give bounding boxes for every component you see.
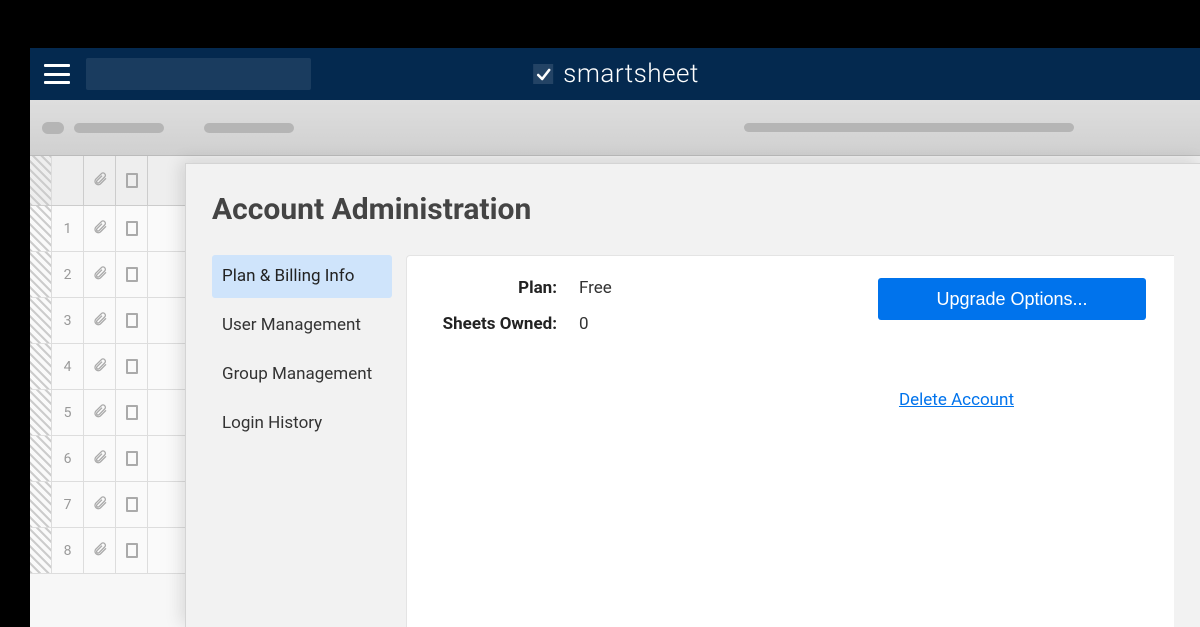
comment-cell[interactable] (116, 390, 148, 435)
attachment-cell[interactable] (84, 252, 116, 297)
row-handle[interactable] (30, 436, 52, 481)
row-handle[interactable] (30, 206, 52, 251)
row-handle[interactable] (30, 390, 52, 435)
row-number: 2 (52, 252, 84, 297)
row-number: 5 (52, 390, 84, 435)
row-number: 6 (52, 436, 84, 481)
attachment-cell[interactable] (84, 436, 116, 481)
toolbar-stub (74, 123, 164, 133)
brand-logo: smartsheet (531, 59, 699, 89)
sheets-owned-label: Sheets Owned: (435, 314, 565, 334)
delete-account-link[interactable]: Delete Account (899, 390, 1014, 410)
paperclip-icon (92, 171, 108, 191)
modal-nav: Plan & Billing Info User Management Group … (212, 255, 392, 627)
upgrade-options-button[interactable]: Upgrade Options... (878, 278, 1146, 320)
modal-title: Account Administration (212, 192, 1174, 227)
row-handle[interactable] (30, 528, 52, 573)
row-handle[interactable] (30, 344, 52, 389)
row-handle[interactable] (30, 298, 52, 343)
toolbar-stub (204, 123, 294, 133)
toolbar-placeholder (30, 100, 1200, 156)
row-number: 1 (52, 206, 84, 251)
sheets-owned-value: 0 (565, 314, 589, 334)
row-handle[interactable] (30, 252, 52, 297)
comment-cell[interactable] (116, 436, 148, 481)
document-icon (126, 173, 138, 188)
comment-cell[interactable] (116, 206, 148, 251)
comment-cell[interactable] (116, 482, 148, 527)
attachment-cell[interactable] (84, 390, 116, 435)
toolbar-stub (744, 123, 1074, 132)
smartsheet-icon (531, 62, 555, 86)
comment-cell[interactable] (116, 252, 148, 297)
modal-nav-item[interactable]: Plan & Billing Info (212, 255, 392, 298)
row-number: 7 (52, 482, 84, 527)
row-number: 3 (52, 298, 84, 343)
attachment-cell[interactable] (84, 206, 116, 251)
row-number: 4 (52, 344, 84, 389)
row-handle[interactable] (30, 482, 52, 527)
comment-cell[interactable] (116, 344, 148, 389)
plan-label: Plan: (435, 278, 565, 298)
modal-nav-item[interactable]: Login History (212, 402, 392, 445)
modal-nav-item[interactable]: Group Management (212, 353, 392, 396)
attachment-cell[interactable] (84, 344, 116, 389)
attachment-cell[interactable] (84, 528, 116, 573)
attachment-cell[interactable] (84, 298, 116, 343)
plan-billing-panel: Plan: Free Sheets Owned: 0 Upgrade Optio… (406, 255, 1174, 627)
row-number: 8 (52, 528, 84, 573)
comment-cell[interactable] (116, 298, 148, 343)
plan-value: Free (565, 278, 612, 298)
attachment-cell[interactable] (84, 482, 116, 527)
header-bar: smartsheet (30, 48, 1200, 100)
search-input[interactable] (86, 58, 311, 90)
menu-icon[interactable] (44, 64, 70, 84)
comment-cell[interactable] (116, 528, 148, 573)
brand-name: smartsheet (563, 59, 699, 89)
modal-nav-item[interactable]: User Management (212, 304, 392, 347)
toolbar-stub (42, 122, 64, 134)
account-admin-modal: Account Administration Plan & Billing In… (185, 163, 1200, 627)
